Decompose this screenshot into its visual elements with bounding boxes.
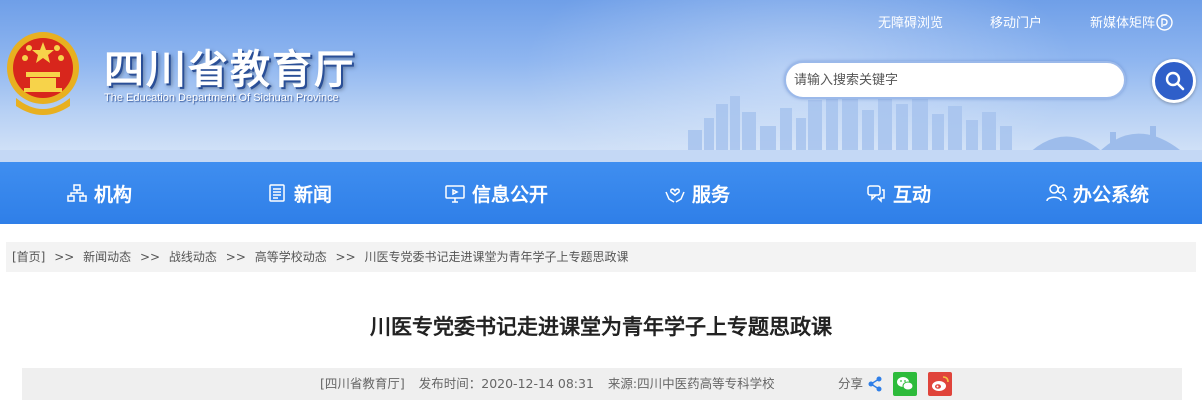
- breadcrumb-frontline[interactable]: 战线动态: [169, 250, 217, 264]
- article-meta-bar: [四川省教育厅] 发布时间：2020-12-14 08:31 来源:四川中医药高…: [22, 368, 1182, 400]
- nav-item-info-disclosure[interactable]: 信息公开: [444, 162, 548, 224]
- search-button[interactable]: [1152, 59, 1196, 103]
- share-label: 分享: [838, 376, 864, 391]
- new-media-link[interactable]: 新媒体矩阵: [1090, 12, 1173, 31]
- breadcrumb-separator: >>: [139, 250, 161, 264]
- nav-item-interaction[interactable]: 互动: [865, 162, 931, 224]
- accessibility-link[interactable]: 无障碍浏览: [878, 12, 943, 31]
- chat-icon: [867, 185, 885, 203]
- newspaper-icon: [269, 184, 285, 202]
- users-icon: [1046, 184, 1067, 202]
- nav-item-news[interactable]: 新闻: [266, 162, 332, 224]
- breadcrumb: [首页] >> 新闻动态 >> 战线动态 >> 高等学校动态 >> 川医专党委书…: [6, 242, 1196, 272]
- wechat-icon: [897, 377, 914, 391]
- breadcrumb-home[interactable]: [首页]: [12, 250, 45, 264]
- nav-label: 服务: [692, 183, 731, 206]
- breadcrumb-separator: >>: [225, 250, 246, 264]
- main-nav: 机构 新闻 信息公开 服务 互动 办公系统: [0, 162, 1202, 224]
- nav-label: 办公系统: [1073, 183, 1150, 206]
- nav-label: 机构: [94, 183, 133, 206]
- site-subtitle: The Education Department Of Sichuan Prov…: [104, 92, 339, 104]
- weibo-share-button[interactable]: [928, 372, 952, 396]
- new-media-icon: [1156, 14, 1173, 31]
- national-emblem-logo: [7, 32, 79, 115]
- hands-heart-icon: [665, 188, 685, 203]
- org-chart-icon: [67, 184, 87, 202]
- mobile-portal-link[interactable]: 移动门户: [990, 12, 1042, 31]
- nav-label: 互动: [893, 183, 932, 206]
- meta-publish-time: 发布时间：2020-12-14 08:31: [418, 376, 594, 391]
- site-title: 四川省教育厅: [104, 47, 356, 93]
- search-icon: [1165, 71, 1185, 91]
- article-title: 川医专党委书记走进课堂为青年学子上专题思政课: [370, 315, 832, 339]
- article-meta: [四川省教育厅] 发布时间：2020-12-14 08:31 来源:四川中医药高…: [320, 368, 785, 400]
- share-icon[interactable]: [868, 376, 882, 392]
- nav-item-office-system[interactable]: 办公系统: [1045, 162, 1149, 224]
- nav-item-org[interactable]: 机构: [66, 162, 132, 224]
- top-links: 无障碍浏览 移动门户 新媒体矩阵: [702, 12, 1202, 32]
- search-input[interactable]: [794, 69, 1114, 91]
- meta-source-tag: [四川省教育厅]: [320, 376, 405, 391]
- breadcrumb-universities[interactable]: 高等学校动态: [255, 250, 327, 264]
- nav-item-service[interactable]: 服务: [664, 162, 730, 224]
- wechat-share-button[interactable]: [893, 372, 917, 396]
- site-header: 四川省教育厅 The Education Department Of Sichu…: [0, 0, 1202, 162]
- breadcrumb-news[interactable]: 新闻动态: [83, 250, 131, 264]
- search-box: [784, 61, 1126, 99]
- new-media-label: 新媒体矩阵: [1090, 16, 1156, 31]
- nav-label: 信息公开: [472, 183, 549, 206]
- weibo-icon: [932, 376, 949, 391]
- breadcrumb-separator: >>: [54, 250, 75, 264]
- nav-label: 新闻: [294, 183, 333, 206]
- meta-origin: 来源:四川中医药高等专科学校: [607, 376, 775, 391]
- monitor-icon: [445, 185, 465, 203]
- breadcrumb-separator: >>: [335, 250, 356, 264]
- breadcrumb-current[interactable]: 川医专党委书记走进课堂为青年学子上专题思政课: [364, 250, 628, 264]
